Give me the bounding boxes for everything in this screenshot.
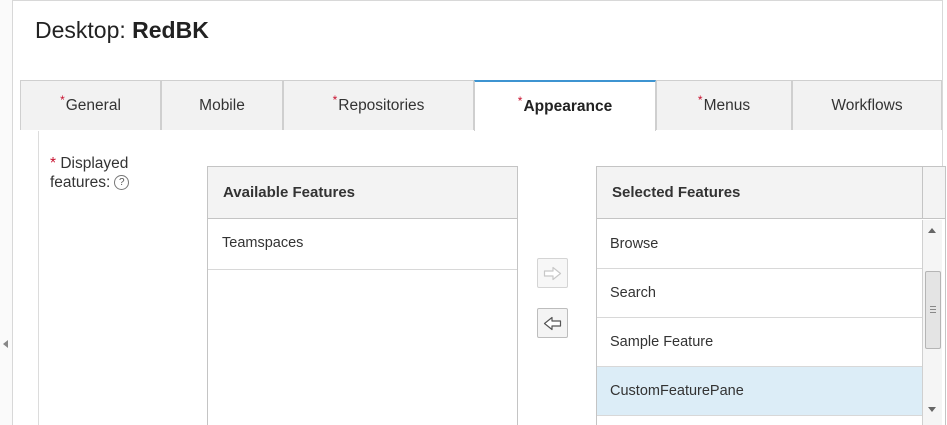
help-icon[interactable]: ?: [114, 175, 130, 191]
tab-label: General: [65, 96, 121, 114]
tab-label: Workflows: [831, 96, 903, 114]
required-marker: *: [50, 155, 57, 172]
frame-top-border: [13, 0, 943, 1]
tab-general[interactable]: * General: [20, 80, 161, 130]
selected-features-header: Selected Features: [597, 167, 945, 219]
add-feature-button[interactable]: [537, 258, 568, 288]
arrow-right-icon: [543, 266, 562, 280]
scroll-thumb[interactable]: [925, 271, 941, 349]
label-line-1: Displayed: [60, 155, 129, 172]
tab-appearance[interactable]: * Appearance: [474, 80, 656, 131]
scroll-up-icon[interactable]: [928, 228, 936, 233]
available-features-list: Available Features Teamspaces: [207, 166, 518, 425]
tab-label: Appearance: [523, 97, 613, 115]
available-feature-item[interactable]: Teamspaces: [208, 219, 517, 270]
tab-workflows[interactable]: Workflows: [792, 80, 942, 130]
grip-icon: [930, 306, 936, 313]
collapse-arrow-icon[interactable]: [3, 340, 8, 348]
available-features-header: Available Features: [208, 167, 517, 219]
side-panel-collapse-strip[interactable]: [0, 0, 13, 425]
remove-feature-button[interactable]: [537, 308, 568, 338]
page-title-name: RedBK: [132, 17, 209, 43]
page-title-prefix: Desktop:: [35, 17, 133, 43]
header-column-separator: [922, 167, 923, 219]
selected-features-list: Selected Features Browse Search Sample F…: [596, 166, 946, 425]
selected-feature-item[interactable]: Search: [597, 269, 922, 318]
required-marker: *: [332, 92, 338, 107]
tab-bar: * General Mobile * Repositories * Appearanc…: [20, 80, 942, 131]
tab-label: Menus: [703, 96, 751, 114]
selected-features-rows: Browse Search Sample Feature CustomFeatu…: [597, 220, 922, 416]
required-marker: *: [697, 92, 703, 107]
tab-label: Repositories: [338, 96, 425, 114]
tab-menus[interactable]: * Menus: [656, 80, 792, 130]
label-line-2: features:: [50, 174, 111, 191]
page-title: Desktop: RedBK: [35, 17, 209, 44]
scroll-down-icon[interactable]: [928, 407, 936, 412]
content-left-border: [38, 131, 39, 425]
arrow-left-icon: [543, 316, 562, 330]
required-marker: *: [60, 92, 65, 107]
tab-label: Mobile: [199, 96, 245, 114]
selected-feature-item[interactable]: Browse: [597, 220, 922, 269]
vertical-scrollbar[interactable]: [922, 220, 942, 425]
tab-mobile[interactable]: Mobile: [161, 80, 283, 130]
required-marker: *: [517, 93, 523, 108]
tab-repositories[interactable]: * Repositories: [283, 80, 474, 130]
selected-feature-item[interactable]: Sample Feature: [597, 318, 922, 367]
selected-feature-item-highlighted[interactable]: CustomFeaturePane: [597, 367, 922, 416]
displayed-features-label: * Displayed features:?: [50, 154, 130, 192]
